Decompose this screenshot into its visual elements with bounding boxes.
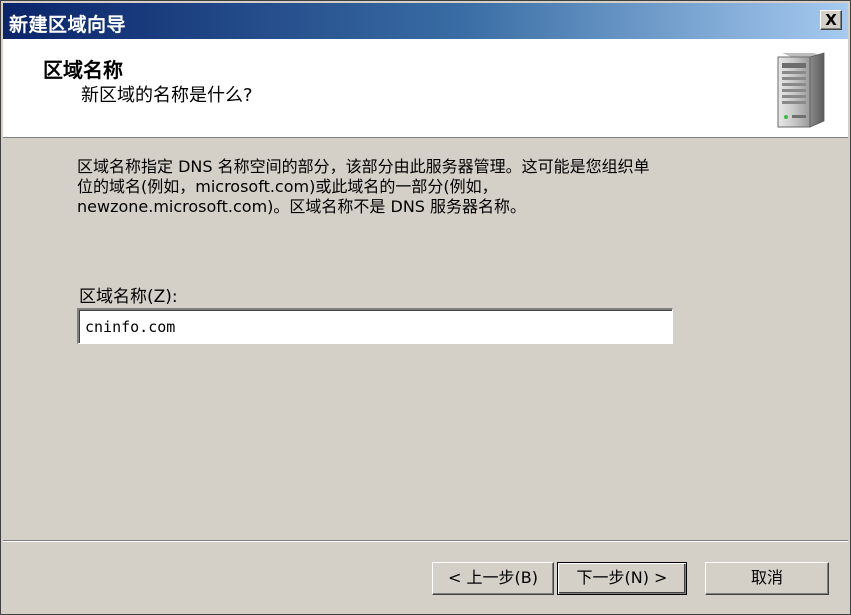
page-subtitle: 新区域的名称是什么? — [81, 85, 253, 106]
server-icon — [777, 52, 825, 128]
close-button[interactable]: X — [820, 10, 842, 30]
title-bar[interactable]: 新建区域向导 X — [3, 3, 848, 39]
close-icon: X — [825, 11, 837, 29]
description-line: 位的域名(例如，microsoft.com)或此域名的一部分(例如， — [77, 177, 498, 196]
description-line: 区域名称指定 DNS 名称空间的部分，该部分由此服务器管理。这可能是您组织单 — [77, 157, 650, 176]
wizard-header: 区域名称 新区域的名称是什么? — [3, 39, 848, 138]
back-button[interactable]: < 上一步(B) — [432, 562, 554, 595]
wizard-description: 区域名称指定 DNS 名称空间的部分，该部分由此服务器管理。这可能是您组织单 位… — [77, 157, 817, 217]
zone-name-input[interactable] — [77, 308, 673, 344]
footer-divider-highlight — [3, 541, 848, 542]
page-title: 区域名称 — [43, 58, 123, 82]
new-zone-wizard-window: 新建区域向导 X 区域名称 新区域的名称是什么? 区域名称指定 DNS 名称空间… — [0, 0, 851, 615]
zone-name-label: 区域名称(Z): — [79, 287, 178, 307]
window-title: 新建区域向导 — [9, 14, 127, 36]
description-line: newzone.microsoft.com)。区域名称不是 DNS 服务器名称。 — [77, 197, 527, 216]
cancel-button[interactable]: 取消 — [705, 562, 829, 595]
next-button[interactable]: 下一步(N) > — [557, 562, 687, 595]
